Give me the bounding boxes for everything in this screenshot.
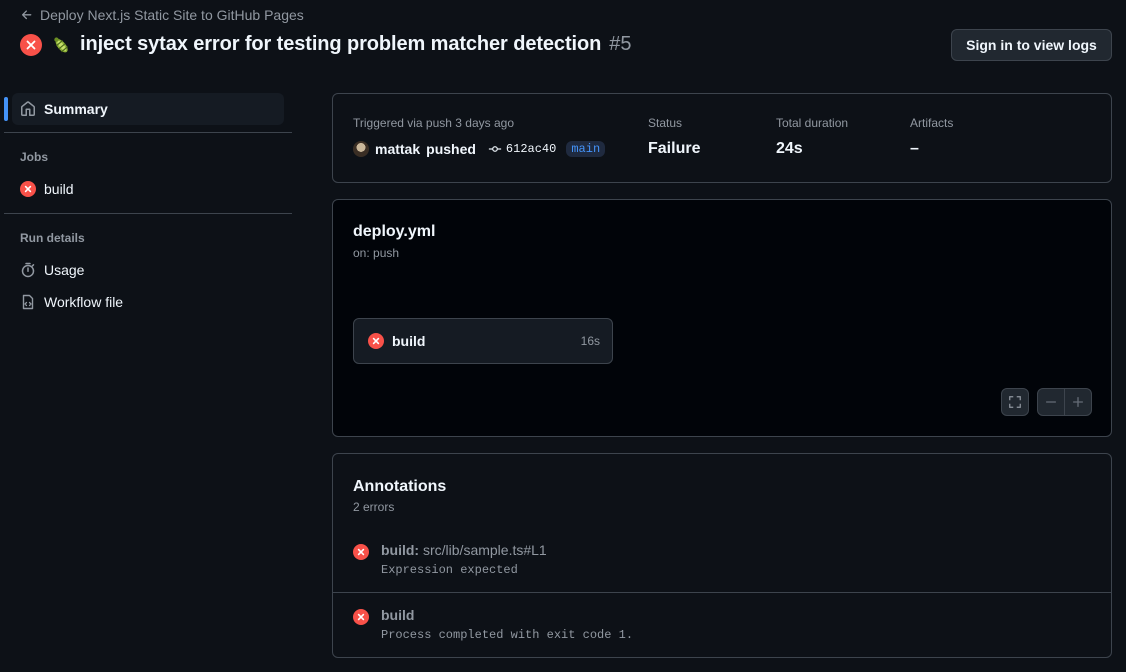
workflow-graph-card: deploy.yml on: push build 16s xyxy=(332,199,1112,437)
failure-icon xyxy=(353,609,369,625)
back-to-workflow-link[interactable]: Deploy Next.js Static Site to GitHub Pag… xyxy=(20,7,304,23)
back-link-label: Deploy Next.js Static Site to GitHub Pag… xyxy=(40,7,304,23)
failure-status-icon xyxy=(20,33,42,56)
annotations-title: Annotations xyxy=(353,478,447,495)
actor-link[interactable]: mattak xyxy=(375,141,420,157)
plus-icon xyxy=(1072,396,1084,408)
annotation-item[interactable]: build Process completed with exit code 1… xyxy=(353,607,633,642)
workflow-trigger: on: push xyxy=(353,246,400,260)
sidebar-item-workflow-file[interactable]: Workflow file xyxy=(20,294,123,310)
annotation-heading: build: src/lib/sample.ts#L1 xyxy=(381,542,547,558)
action-text: pushed xyxy=(426,141,476,157)
sidebar-item-label: Summary xyxy=(44,101,108,117)
home-icon xyxy=(21,101,35,116)
push-info: mattak pushed 612ac40 main xyxy=(353,141,606,157)
run-info-card: Triggered via push 3 days ago mattak pus… xyxy=(332,93,1112,183)
active-nav-indicator xyxy=(4,97,8,121)
screen-full-icon xyxy=(1009,396,1021,408)
arrow-left-icon xyxy=(21,10,32,20)
sidebar-item-label: build xyxy=(44,181,74,197)
failure-icon xyxy=(368,333,384,349)
stopwatch-icon xyxy=(21,262,35,278)
job-duration: 16s xyxy=(580,334,600,348)
bug-emoji-icon xyxy=(54,36,69,52)
zoom-out-button[interactable] xyxy=(1037,388,1065,416)
annotation-job: build xyxy=(381,607,415,623)
page-title: inject sytax error for testing problem m… xyxy=(80,33,602,55)
avatar[interactable] xyxy=(353,141,369,157)
status-value: Failure xyxy=(648,140,701,157)
job-node-build[interactable]: build 16s xyxy=(353,318,613,364)
run-number: #5 xyxy=(609,33,632,55)
annotation-location[interactable]: src/lib/sample.ts#L1 xyxy=(423,542,547,558)
job-name: build xyxy=(392,333,426,349)
commit-sha: 612ac40 xyxy=(505,142,557,156)
fullscreen-button[interactable] xyxy=(1001,388,1029,416)
sidebar-item-usage[interactable]: Usage xyxy=(20,262,84,278)
sidebar-item-label: Workflow file xyxy=(44,294,124,310)
file-code-icon xyxy=(22,294,34,310)
sign-in-to-view-logs-button[interactable]: Sign in to view logs xyxy=(951,29,1112,61)
annotations-card: Annotations 2 errors build: src/lib/samp… xyxy=(332,453,1112,658)
zoom-in-button[interactable] xyxy=(1064,388,1092,416)
jobs-heading: Jobs xyxy=(20,150,49,164)
annotation-divider xyxy=(333,592,1111,593)
failure-icon xyxy=(353,544,369,560)
run-title-row: inject sytax error for testing problem m… xyxy=(20,33,631,56)
sidebar-item-summary[interactable]: Summary xyxy=(12,93,284,125)
artifacts-value: – xyxy=(910,140,919,157)
annotation-message: Process completed with exit code 1. xyxy=(381,628,634,642)
sidebar-divider xyxy=(4,132,292,133)
trigger-label: Triggered via push 3 days ago xyxy=(353,116,514,130)
sidebar-item-label: Usage xyxy=(44,262,85,278)
annotation-job: build: xyxy=(381,542,420,558)
annotation-item[interactable]: build: src/lib/sample.ts#L1 Expression e… xyxy=(353,542,547,577)
git-commit-icon xyxy=(488,146,502,152)
sidebar-item-job-build[interactable]: build xyxy=(20,181,74,197)
commit-link[interactable]: 612ac40 xyxy=(488,142,556,156)
artifacts-label: Artifacts xyxy=(910,116,954,130)
annotation-message: Expression expected xyxy=(381,563,518,577)
run-details-heading: Run details xyxy=(20,231,85,245)
annotation-heading: build xyxy=(381,607,633,623)
status-label: Status xyxy=(648,116,683,130)
annotations-count: 2 errors xyxy=(353,500,395,514)
duration-value: 24s xyxy=(776,140,803,157)
duration-label: Total duration xyxy=(776,116,849,130)
branch-badge[interactable]: main xyxy=(566,141,606,157)
sidebar-divider xyxy=(4,213,292,214)
failure-icon xyxy=(20,181,36,197)
workflow-file-name: deploy.yml xyxy=(353,223,436,240)
dash-icon xyxy=(1045,401,1057,403)
